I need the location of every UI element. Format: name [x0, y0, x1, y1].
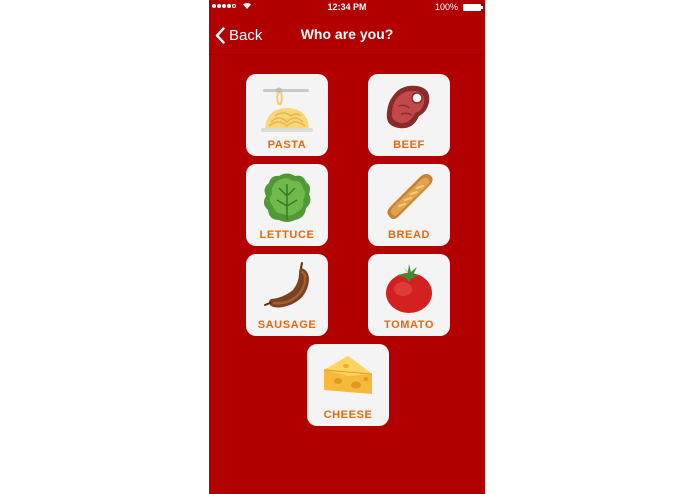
food-label: BREAD: [387, 229, 431, 241]
sausage-icon: [264, 262, 309, 308]
food-label: CHEESE: [323, 409, 373, 421]
food-tile-beef[interactable]: BEEF: [368, 74, 450, 156]
food-label: TOMATO: [383, 319, 435, 331]
battery-icon: [463, 4, 483, 11]
food-tile-bread[interactable]: BREAD: [368, 164, 450, 246]
page-title: Who are you?: [300, 26, 394, 42]
food-tile-pasta[interactable]: PASTA: [246, 74, 328, 156]
food-tile-lettuce[interactable]: LETTUCE: [246, 164, 328, 246]
food-label: PASTA: [267, 139, 307, 151]
food-tile-cheese[interactable]: CHEESE: [307, 344, 389, 426]
food-tile-tomato[interactable]: TOMATO: [368, 254, 450, 336]
steak-icon: [386, 85, 430, 129]
baguette-icon: [387, 174, 433, 219]
cheese-icon: [323, 356, 373, 394]
navigation-bar: Back Who are you?: [209, 16, 485, 55]
food-label: LETTUCE: [259, 229, 315, 241]
food-label: SAUSAGE: [257, 319, 317, 331]
tomato-icon: [386, 264, 432, 313]
pasta-icon: [261, 87, 313, 132]
battery-percent: 100%: [434, 2, 458, 12]
status-bar: 12:34 PM 100%: [209, 0, 485, 16]
food-tile-sausage[interactable]: SAUSAGE: [246, 254, 328, 336]
lettuce-icon: [263, 173, 311, 222]
food-label: BEEF: [393, 139, 425, 151]
phone-screen: 12:34 PM 100% Back Who are you? PASTA BE…: [209, 0, 485, 494]
